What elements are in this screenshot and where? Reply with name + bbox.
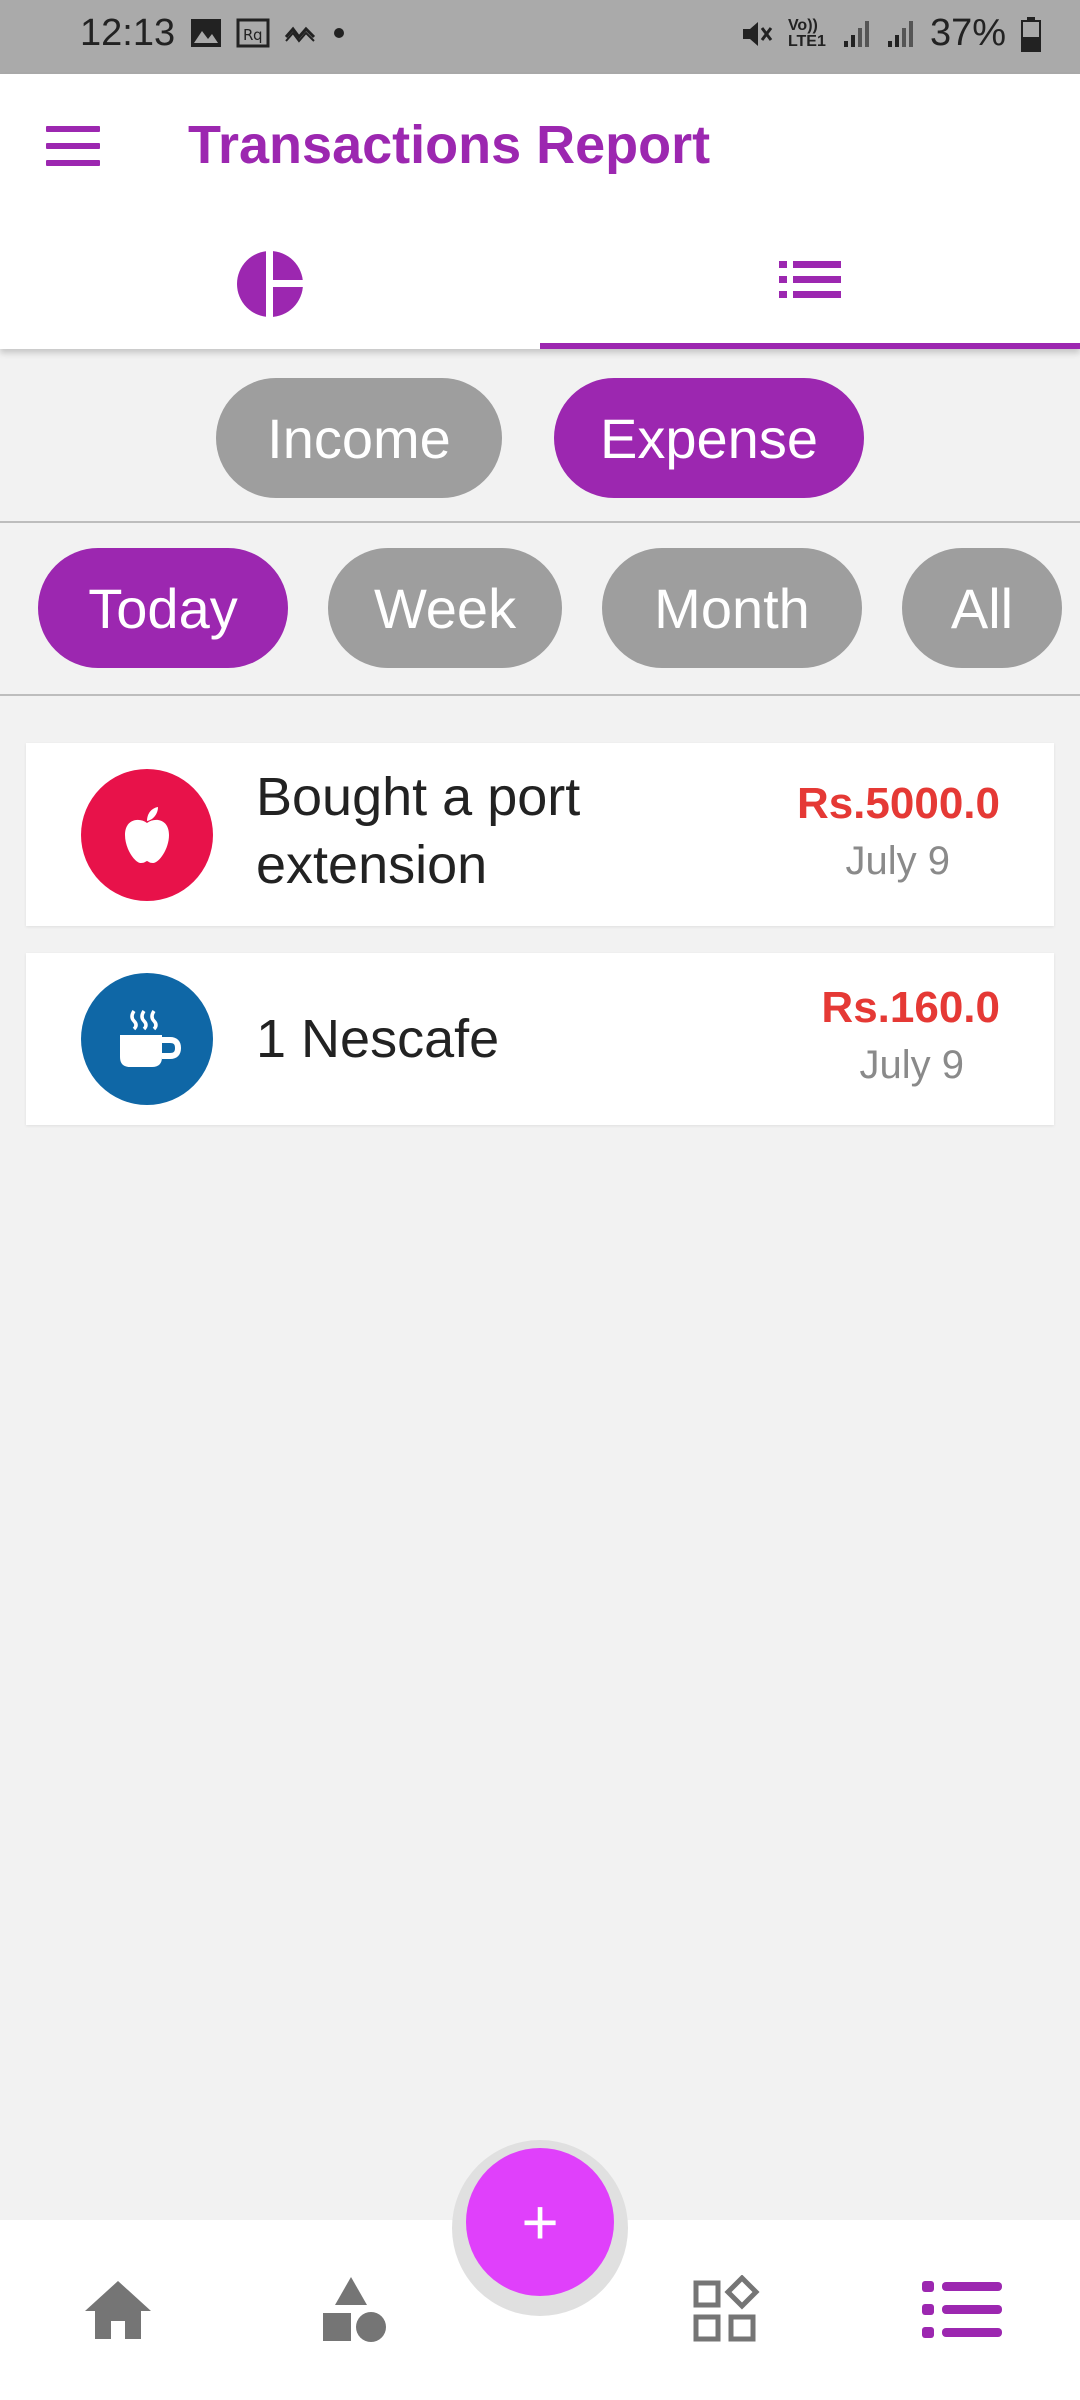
coffee-icon bbox=[120, 1010, 182, 1067]
transaction-amount: Rs.5000.0 bbox=[796, 779, 1000, 828]
shapes-icon bbox=[323, 2277, 386, 2342]
tab-list[interactable] bbox=[540, 249, 1080, 349]
transaction-item[interactable]: Bought a port extension Rs.5000.0 July 9 bbox=[26, 743, 1054, 926]
status-bar: 12:13 R q Vo)) LTE1 37% bbox=[0, 0, 1080, 74]
nav-widgets[interactable] bbox=[686, 2270, 766, 2350]
mute-icon bbox=[742, 21, 773, 46]
transaction-date: July 9 bbox=[845, 839, 951, 883]
svg-text:R: R bbox=[243, 26, 253, 44]
pie-chart-icon bbox=[237, 249, 305, 319]
income-chip[interactable]: Income bbox=[216, 378, 502, 498]
signal-icon bbox=[843, 20, 869, 47]
transaction-title: Bought a port extension bbox=[256, 763, 580, 899]
nav-home[interactable] bbox=[78, 2270, 158, 2350]
list-icon bbox=[779, 261, 841, 298]
divider bbox=[0, 694, 1080, 696]
transaction-title-line2: extension bbox=[256, 835, 488, 895]
today-chip[interactable]: Today bbox=[38, 548, 288, 668]
list-icon bbox=[922, 2281, 1002, 2338]
transaction-date: July 9 bbox=[859, 1043, 965, 1087]
category-icon bbox=[81, 769, 213, 901]
nav-transactions[interactable] bbox=[922, 2270, 1002, 2350]
period-filter: Today Week Month All bbox=[38, 548, 1062, 668]
dot-icon bbox=[334, 28, 344, 38]
menu-icon[interactable] bbox=[46, 126, 100, 166]
activity-icon bbox=[284, 26, 316, 43]
page-title: Transactions Report bbox=[188, 115, 711, 175]
gallery-icon bbox=[191, 19, 221, 47]
category-icon bbox=[81, 973, 213, 1105]
network-type: Vo)) LTE1 bbox=[787, 16, 826, 50]
battery-icon bbox=[1021, 16, 1041, 52]
widgets-icon bbox=[693, 2275, 760, 2342]
svg-text:q: q bbox=[253, 26, 263, 44]
week-chip[interactable]: Week bbox=[328, 548, 562, 668]
tab-chart[interactable] bbox=[0, 249, 540, 349]
apple-icon bbox=[125, 807, 169, 863]
type-filter: Income Expense bbox=[0, 378, 1080, 498]
all-chip[interactable]: All bbox=[902, 548, 1062, 668]
status-notification-icons: R q bbox=[190, 18, 346, 48]
status-system-icons: Vo)) LTE1 37% bbox=[740, 12, 1042, 55]
status-time: 12:13 bbox=[80, 12, 176, 54]
month-chip[interactable]: Month bbox=[602, 548, 862, 668]
signal-icon-2 bbox=[887, 20, 913, 47]
home-icon bbox=[85, 2281, 151, 2339]
battery-percent: 37% bbox=[929, 12, 1006, 54]
expense-chip[interactable]: Expense bbox=[554, 378, 864, 498]
transaction-amount: Rs.160.0 bbox=[821, 983, 1000, 1032]
transaction-title-line1: Bought a port bbox=[256, 767, 581, 827]
transaction-title: 1 Nescafe bbox=[256, 1009, 500, 1069]
nav-categories[interactable] bbox=[314, 2270, 394, 2350]
app-notification-icon: R q bbox=[236, 18, 270, 48]
app-bar: Transactions Report bbox=[0, 74, 1080, 349]
add-transaction-button[interactable]: + bbox=[466, 2148, 614, 2296]
transaction-item[interactable]: 1 Nescafe Rs.160.0 July 9 bbox=[26, 953, 1054, 1125]
divider bbox=[0, 521, 1080, 523]
